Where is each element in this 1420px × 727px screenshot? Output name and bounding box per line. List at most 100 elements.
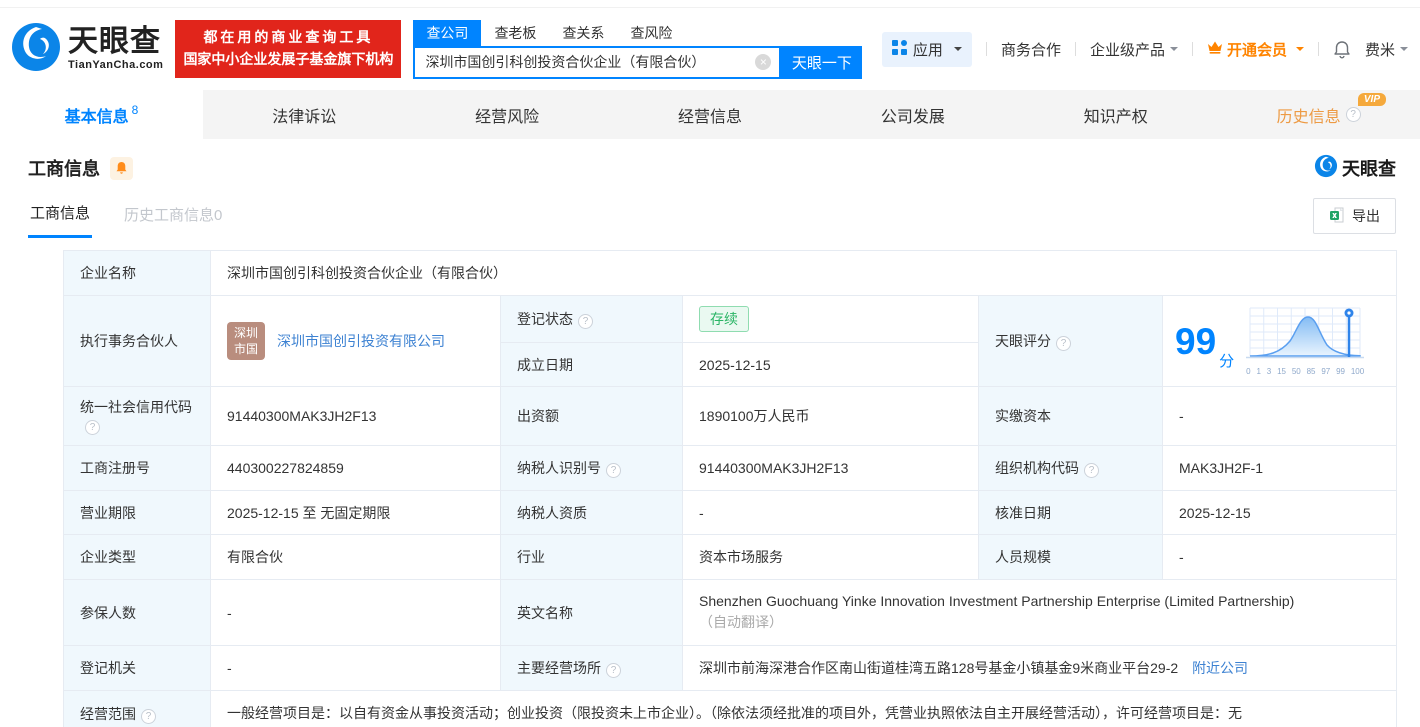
approval-date-label: 核准日期	[978, 490, 1163, 535]
user-account-menu[interactable]: 费米	[1365, 39, 1408, 60]
brand-domain: TianYanCha.com	[68, 59, 164, 71]
help-icon[interactable]	[606, 663, 621, 678]
help-icon[interactable]	[606, 463, 621, 478]
search-input[interactable]	[425, 54, 756, 70]
clear-search-icon[interactable]	[755, 54, 772, 70]
table-row: 统一社会信用代码 91440300MAK3JH2F13 出资额 1890100万…	[63, 386, 1398, 446]
export-button[interactable]: 导出	[1313, 198, 1396, 234]
help-icon[interactable]	[141, 708, 156, 724]
search-tab-relation[interactable]: 查关系	[549, 20, 617, 46]
reg-number-value: 440300227824859	[210, 445, 501, 491]
industry-label: 行业	[500, 534, 683, 580]
help-icon[interactable]	[85, 420, 100, 435]
table-row: 参保人数 - 英文名称 Shenzhen Guochuang Yinke Inn…	[63, 579, 1398, 646]
tab-label: 历史信息	[1276, 108, 1341, 126]
subscribe-bell-icon[interactable]	[110, 156, 133, 180]
tab-company-development[interactable]: 公司发展	[811, 90, 1014, 139]
search-button[interactable]: 天眼一下	[781, 45, 863, 79]
table-row: 企业名称 深圳市国创引科创投资合伙企业（有限合伙）	[63, 250, 1398, 296]
score-axis-ticks: 0 1 3 15 50 85 97 99 100	[1246, 366, 1365, 376]
label-text: 统一社会信用代码	[80, 399, 192, 415]
chevron-down-icon	[953, 47, 962, 55]
tianyancha-logo[interactable]: 天眼查 TianYanCha.com	[10, 21, 163, 78]
avatar-text: 深圳	[233, 325, 258, 340]
org-code-label: 组织机构代码	[978, 445, 1163, 491]
staff-size-value: -	[1161, 534, 1398, 580]
open-vip-button[interactable]: 开通会员	[1207, 39, 1304, 60]
notification-bell-icon[interactable]	[1333, 40, 1351, 59]
registration-status-value: 存续	[682, 295, 979, 343]
company-name-value: 深圳市国创引科创投资合伙企业（有限合伙）	[209, 250, 1398, 296]
reg-authority-label: 登记机关	[63, 645, 211, 691]
partner-company-link[interactable]: 深圳市国创引投资有限公司	[277, 331, 445, 351]
help-icon[interactable]	[1056, 336, 1071, 351]
export-label: 导出	[1352, 208, 1380, 224]
business-scope-label: 经营范围	[63, 690, 211, 727]
tab-intellectual-property[interactable]: 知识产权	[1014, 90, 1217, 139]
auto-translate-note: （自动翻译）	[699, 614, 783, 630]
table-row: 企业类型 有限合伙 行业 资本市场服务 人员规模 -	[63, 534, 1398, 580]
avatar-text: 市国	[233, 342, 258, 356]
executive-partner-label: 执行事务合伙人	[63, 295, 211, 387]
taxpayer-id-label: 纳税人识别号	[500, 445, 683, 491]
search-tab-boss[interactable]: 查老板	[481, 20, 549, 46]
divider	[1074, 42, 1076, 56]
label-text: 主要经营场所	[517, 660, 601, 676]
tab-legal-proceedings[interactable]: 法律诉讼	[203, 90, 406, 139]
business-term-label: 营业期限	[63, 490, 211, 535]
menu-enterprise-products[interactable]: 企业级产品	[1090, 39, 1178, 60]
apps-label: 应用	[912, 41, 943, 59]
open-vip-label: 开通会员	[1226, 41, 1287, 59]
reg-number-label: 工商注册号	[63, 445, 211, 491]
search-box	[413, 45, 782, 79]
partner-company-avatar[interactable]: 深圳 市国	[227, 322, 265, 360]
apps-menu[interactable]: 应用	[881, 31, 972, 67]
search-tab-risk[interactable]: 查风险	[617, 20, 685, 46]
credit-code-value: 91440300MAK3JH2F13	[210, 386, 501, 446]
status-badge: 存续	[699, 306, 749, 332]
search-tab-company[interactable]: 查公司	[413, 19, 482, 46]
main-address-label: 主要经营场所	[500, 645, 683, 691]
label-text: 登记状态	[517, 311, 573, 327]
help-icon[interactable]	[1084, 463, 1099, 478]
score-widget[interactable]: 99 分 0 1 3 15 50 85 97 99 100	[1175, 307, 1388, 376]
business-scope-value: 一般经营项目是：以自有资金从事投资活动；创业投资（限投资未上市企业）。（除依法须…	[209, 690, 1398, 727]
main-address-value: 深圳市前海深港合作区南山街道桂湾五路128号基金小镇基金9米商业平台29-2	[699, 660, 1179, 676]
staff-size-label: 人员规模	[978, 534, 1163, 580]
subtab-business-info[interactable]: 工商信息	[28, 194, 93, 238]
help-icon[interactable]	[578, 314, 593, 329]
divider	[1317, 42, 1319, 56]
tab-operating-risk[interactable]: 经营风险	[406, 90, 609, 139]
main-address-cell: 深圳市前海深港合作区南山街道桂湾五路128号基金小镇基金9米商业平台29-2 附…	[681, 645, 1398, 691]
table-row: 营业期限 2025-12-15 至 无固定期限 纳税人资质 - 核准日期 202…	[63, 490, 1398, 535]
label-text: 组织机构代码	[995, 460, 1079, 476]
help-icon[interactable]	[1345, 107, 1361, 122]
table-row: 工商注册号 440300227824859 纳税人识别号 91440300MAK…	[63, 445, 1398, 491]
contribution-label: 出资额	[500, 386, 683, 446]
brand-slogan-banner: 都在用的商业查询工具 国家中小企业发展子基金旗下机构	[175, 20, 402, 78]
nearby-companies-link[interactable]: 附近公司	[1192, 660, 1248, 676]
excel-icon	[1329, 207, 1345, 226]
divider	[1191, 42, 1193, 56]
label-text: 经营范围	[80, 705, 136, 722]
tab-operating-info[interactable]: 经营信息	[609, 90, 812, 139]
page-top-divider	[0, 0, 1420, 8]
subtab-history-business-info[interactable]: 历史工商信息0	[122, 196, 224, 237]
company-type-value: 有限合伙	[210, 534, 501, 580]
tianyan-score-cell: 99 分 0 1 3 15 50 85 97 99 100	[1161, 295, 1398, 387]
paid-capital-label: 实缴资本	[978, 386, 1163, 446]
contribution-value: 1890100万人民币	[682, 386, 979, 446]
tab-history-info[interactable]: VIP 历史信息	[1217, 90, 1420, 139]
user-name: 费米	[1364, 41, 1395, 59]
english-name-label: 英文名称	[500, 579, 683, 646]
watermark-label: 天眼查	[1342, 159, 1396, 179]
menu-business-label: 商务合作	[1000, 41, 1061, 59]
tab-label: 法律诉讼	[272, 108, 337, 126]
tab-basic-info[interactable]: 基本信息 8	[0, 90, 203, 139]
crown-icon	[1207, 40, 1223, 58]
score-value: 99	[1175, 320, 1217, 362]
table-row: 登记机关 - 主要经营场所 深圳市前海深港合作区南山街道桂湾五路128号基金小镇…	[63, 645, 1398, 691]
org-code-value: MAK3JH2F-1	[1161, 445, 1398, 491]
tianyancha-watermark: 天眼查	[1314, 154, 1396, 183]
menu-business-cooperation[interactable]: 商务合作	[1001, 39, 1061, 60]
